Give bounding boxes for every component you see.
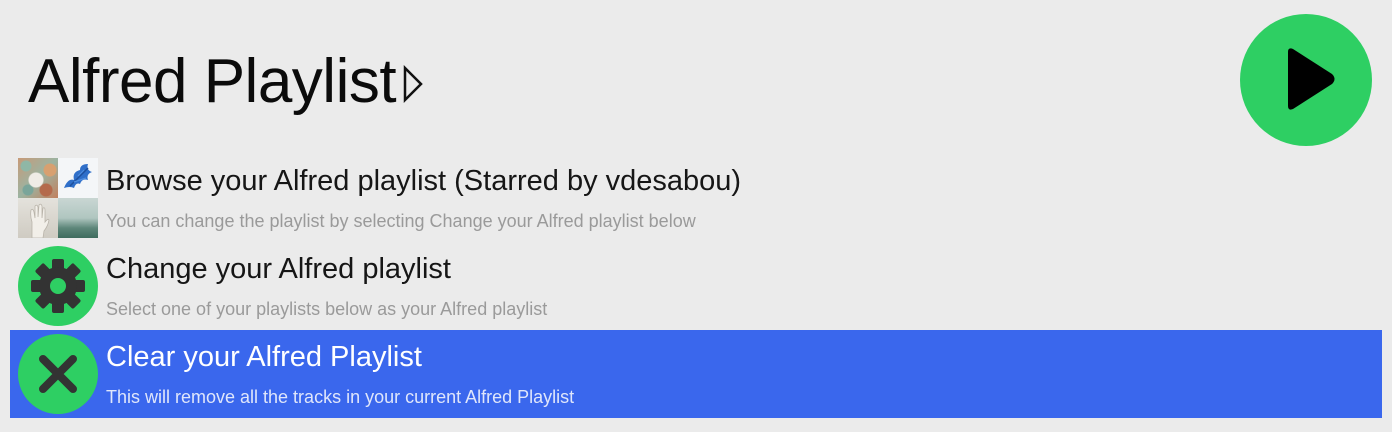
search-bar: Alfred Playlist — [0, 0, 1392, 150]
result-title: Browse your Alfred playlist (Starred by … — [106, 165, 742, 197]
result-subtitle: This will remove all the tracks in your … — [106, 387, 575, 407]
album-art-2 — [58, 158, 98, 198]
close-icon — [18, 334, 98, 414]
album-art-3 — [18, 198, 58, 238]
results-list: Browse your Alfred playlist (Starred by … — [10, 154, 1382, 418]
gear-icon — [18, 246, 98, 326]
result-item-browse-playlist[interactable]: Browse your Alfred playlist (Starred by … — [10, 154, 1382, 242]
result-item-clear-playlist[interactable]: Clear your Alfred Playlist This will rem… — [10, 330, 1382, 418]
playlist-artwork-icon — [18, 158, 98, 238]
search-input[interactable]: Alfred Playlist — [28, 44, 424, 120]
result-subtitle: Select one of your playlists below as yo… — [106, 299, 548, 319]
result-title: Clear your Alfred Playlist — [106, 341, 422, 373]
search-query-text: Alfred Playlist — [28, 47, 397, 116]
triangle-right-icon — [403, 64, 423, 104]
gear-glyph — [31, 259, 85, 313]
result-subtitle: You can change the playlist by selecting… — [106, 211, 696, 231]
play-glyph — [1288, 48, 1335, 110]
close-glyph — [39, 355, 77, 393]
album-art-1 — [18, 158, 58, 198]
result-item-change-playlist[interactable]: Change your Alfred playlist Select one o… — [10, 242, 1382, 330]
play-icon — [1240, 14, 1372, 146]
result-title: Change your Alfred playlist — [106, 253, 451, 285]
album-art-4 — [58, 198, 98, 238]
